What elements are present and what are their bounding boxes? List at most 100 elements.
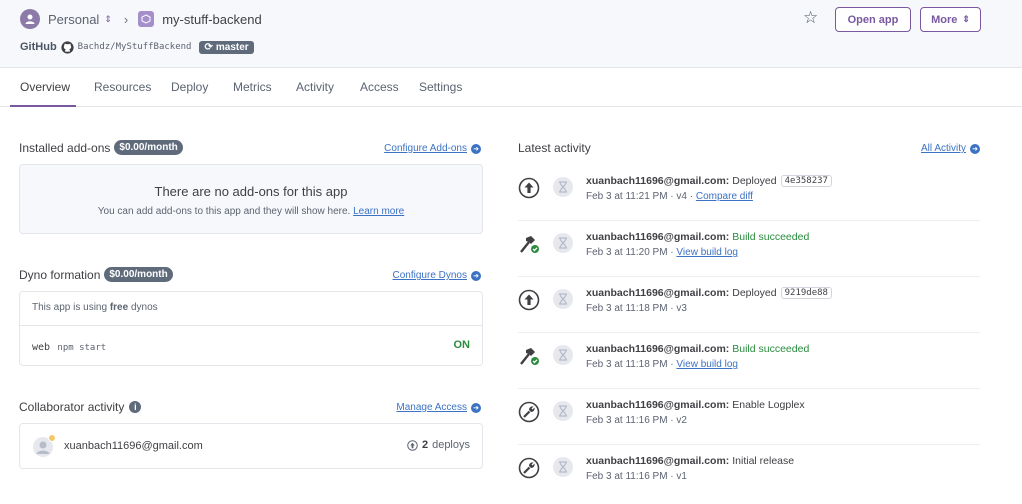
app-icon: [138, 11, 155, 27]
activity-meta-text: Feb 3 at 11:18 PM ·: [586, 359, 677, 370]
activity-user: xuanbach11696@gmail.com:: [586, 175, 730, 187]
tab-resources[interactable]: Resources: [94, 80, 151, 94]
compare-diff-link[interactable]: Compare diff: [696, 191, 753, 202]
more-button[interactable]: More ⇕: [920, 7, 981, 32]
activity-item: xuanbach11696@gmail.com: Deployed 4e35823…: [518, 165, 980, 221]
view-build-log-link[interactable]: View build log: [676, 247, 738, 258]
info-icon[interactable]: i: [129, 401, 142, 413]
tab-access[interactable]: Access: [360, 80, 399, 94]
github-label: GitHub: [20, 41, 57, 53]
person-icon: [25, 14, 35, 24]
active-tab-indicator: [10, 105, 76, 107]
activity-title: Latest activity: [518, 141, 591, 155]
github-repo-link[interactable]: Bachdz/MyStuffBackend: [78, 42, 192, 52]
activity-summary: xuanbach11696@gmail.com: Initial release: [586, 455, 794, 467]
user-avatar: [553, 345, 573, 365]
dyno-box: This app is using free dynos web npm sta…: [19, 291, 483, 366]
manage-access-link[interactable]: Manage Access ➜: [396, 402, 481, 413]
sync-icon: ⟳: [204, 41, 213, 53]
addons-title: Installed add-ons: [19, 140, 111, 155]
learn-more-link[interactable]: Learn more: [353, 206, 404, 217]
dyno-note-post: dynos: [128, 302, 158, 313]
addons-empty-state: There are no add-ons for this app You ca…: [19, 164, 483, 234]
activity-meta-text: Feb 3 at 11:16 PM · v1: [586, 471, 687, 482]
arrow-right-icon: ➜: [970, 143, 980, 154]
activity-item: xuanbach11696@gmail.com: Initial release…: [518, 445, 980, 501]
wrench-icon: [518, 401, 540, 423]
github-icon: [61, 40, 74, 54]
dyno-row-web[interactable]: web npm start ON: [20, 326, 482, 366]
activity-meta: Feb 3 at 11:20 PM · View build log: [586, 247, 738, 258]
activity-meta-text: Feb 3 at 11:21 PM · v4 ·: [586, 191, 696, 202]
configure-addons-label: Configure Add-ons: [384, 143, 467, 154]
deploy-icon: [407, 439, 418, 451]
user-avatar: [553, 289, 573, 309]
app-tabs: Overview Resources Deploy Metrics Activi…: [0, 69, 1022, 107]
activity-user: xuanbach11696@gmail.com:: [586, 231, 730, 243]
collab-heading: Collaborator activity i: [19, 400, 142, 414]
activity-summary: xuanbach11696@gmail.com: Deployed 9219de8…: [586, 287, 832, 299]
activity-item: xuanbach11696@gmail.com: Deployed 9219de8…: [518, 277, 980, 333]
breadcrumb: Personal ⇕ › my-stuff-backend: [20, 8, 262, 30]
chevron-updown-icon[interactable]: ⇕: [104, 14, 112, 25]
activity-heading: Latest activity: [518, 141, 591, 155]
dyno-heading: Dyno formation $0.00/month: [19, 267, 173, 282]
activity-item: xuanbach11696@gmail.com: Build succeeded…: [518, 333, 980, 389]
deploy-icon: [518, 289, 540, 311]
dyno-tier: free: [109, 302, 129, 313]
addons-price-badge: $0.00/month: [114, 140, 183, 155]
team-switcher[interactable]: Personal: [48, 12, 99, 27]
more-label: More: [931, 13, 958, 26]
chevron-right-icon: ›: [123, 11, 129, 27]
activity-action: Deployed: [732, 175, 777, 187]
commit-sha: 9219de88: [780, 287, 832, 299]
configure-dynos-label: Configure Dynos: [392, 270, 467, 281]
all-activity-link[interactable]: All Activity ➜: [921, 143, 980, 154]
branch-badge: ⟳ master: [199, 40, 254, 54]
empty-subtitle-text: You can add add-ons to this app and they…: [97, 206, 351, 217]
chevron-updown-icon: ⇕: [962, 14, 970, 24]
activity-item: xuanbach11696@gmail.com: Enable Logplex …: [518, 389, 980, 445]
activity-user: xuanbach11696@gmail.com:: [586, 455, 730, 467]
deploy-count-label: deploys: [432, 439, 470, 451]
arrow-right-icon: ➜: [471, 402, 481, 413]
open-app-button[interactable]: Open app: [835, 7, 911, 32]
activity-summary: xuanbach11696@gmail.com: Deployed 4e35823…: [586, 175, 832, 187]
app-header: Personal ⇕ › my-stuff-backend GitHub Bac…: [0, 0, 1022, 68]
all-activity-label: All Activity: [920, 143, 966, 154]
activity-summary: xuanbach11696@gmail.com: Build succeeded: [586, 343, 809, 355]
configure-addons-link[interactable]: Configure Add-ons ➜: [384, 143, 481, 154]
activity-action: Deployed: [732, 287, 777, 299]
tab-overview[interactable]: Overview: [20, 80, 70, 94]
app-name[interactable]: my-stuff-backend: [162, 12, 261, 27]
view-build-log-link[interactable]: View build log: [676, 359, 738, 370]
collab-email: xuanbach11696@gmail.com: [64, 440, 203, 452]
user-avatar: [553, 233, 573, 253]
collab-box: xuanbach11696@gmail.com 2 deploys: [19, 423, 483, 469]
configure-dynos-link[interactable]: Configure Dynos ➜: [393, 270, 481, 281]
dyno-command: npm start: [57, 343, 107, 353]
team-avatar[interactable]: [20, 9, 40, 29]
activity-user: xuanbach11696@gmail.com:: [586, 287, 730, 299]
activity-action: Build succeeded: [732, 343, 810, 355]
user-avatar: [553, 457, 573, 477]
deploy-count: 2 deploys: [407, 439, 470, 451]
user-avatar: [553, 177, 573, 197]
addons-heading: Installed add-ons $0.00/month: [19, 140, 183, 155]
collab-row: xuanbach11696@gmail.com 2 deploys: [20, 424, 482, 468]
tab-metrics[interactable]: Metrics: [233, 80, 272, 94]
build-hammer-icon: [520, 236, 539, 253]
activity-meta: Feb 3 at 11:16 PM · v1: [586, 471, 687, 482]
star-icon[interactable]: ☆: [803, 8, 818, 28]
dyno-note: This app is using free dynos: [20, 292, 482, 326]
tab-settings[interactable]: Settings: [419, 80, 462, 94]
collab-title: Collaborator activity: [19, 400, 125, 414]
tab-activity[interactable]: Activity: [296, 80, 334, 94]
manage-access-label: Manage Access: [396, 402, 467, 413]
commit-sha: 4e358237: [780, 175, 832, 187]
activity-user: xuanbach11696@gmail.com:: [586, 399, 730, 411]
tab-deploy[interactable]: Deploy: [171, 80, 208, 94]
empty-title: There are no add-ons for this app: [154, 184, 348, 199]
activity-meta: Feb 3 at 11:18 PM · v3: [586, 303, 687, 314]
activity-meta: Feb 3 at 11:21 PM · v4 · Compare diff: [586, 191, 753, 202]
